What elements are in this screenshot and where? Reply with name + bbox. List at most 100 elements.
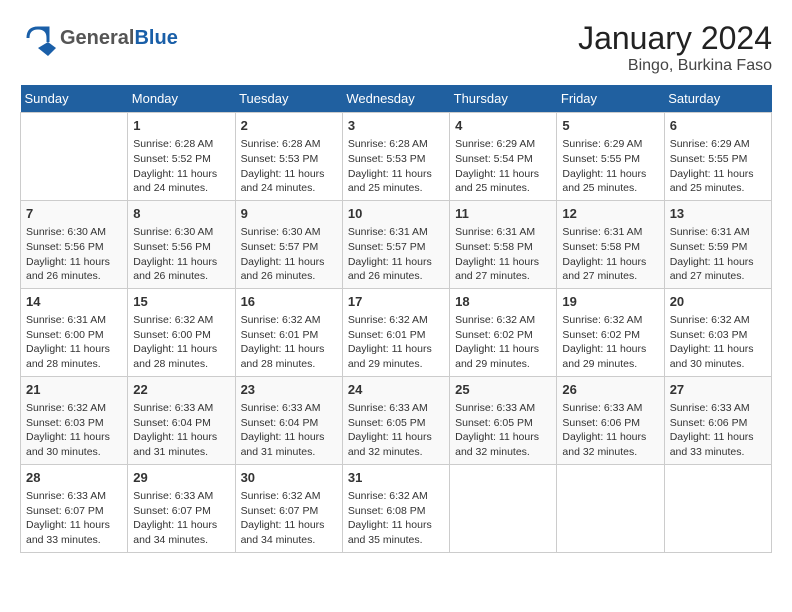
day-info: Sunrise: 6:30 AMSunset: 5:56 PMDaylight:… (133, 225, 229, 284)
day-info: Sunrise: 6:32 AMSunset: 6:02 PMDaylight:… (562, 313, 658, 372)
calendar-header-row: SundayMondayTuesdayWednesdayThursdayFrid… (21, 85, 772, 113)
calendar-cell: 12 Sunrise: 6:31 AMSunset: 5:58 PMDayligh… (557, 200, 664, 288)
day-info: Sunrise: 6:32 AMSunset: 6:03 PMDaylight:… (26, 401, 122, 460)
calendar-cell: 28 Sunrise: 6:33 AMSunset: 6:07 PMDayligh… (21, 464, 128, 552)
day-info: Sunrise: 6:33 AMSunset: 6:05 PMDaylight:… (348, 401, 444, 460)
calendar-cell: 26 Sunrise: 6:33 AMSunset: 6:06 PMDayligh… (557, 376, 664, 464)
title-block: January 2024 Bingo, Burkina Faso (578, 20, 772, 75)
day-info: Sunrise: 6:28 AMSunset: 5:53 PMDaylight:… (241, 137, 337, 196)
day-info: Sunrise: 6:33 AMSunset: 6:06 PMDaylight:… (562, 401, 658, 460)
day-number: 12 (562, 205, 658, 223)
day-info: Sunrise: 6:33 AMSunset: 6:07 PMDaylight:… (26, 489, 122, 548)
day-info: Sunrise: 6:28 AMSunset: 5:53 PMDaylight:… (348, 137, 444, 196)
page-title: January 2024 (578, 20, 772, 57)
day-number: 6 (670, 117, 766, 135)
day-info: Sunrise: 6:31 AMSunset: 6:00 PMDaylight:… (26, 313, 122, 372)
day-info: Sunrise: 6:32 AMSunset: 6:07 PMDaylight:… (241, 489, 337, 548)
calendar-cell: 29Sunrise: 6:33 AMSunset: 6:07 PMDayligh… (128, 464, 235, 552)
day-number: 23 (241, 381, 337, 399)
day-number: 5 (562, 117, 658, 135)
calendar-cell (664, 464, 771, 552)
day-number: 17 (348, 293, 444, 311)
calendar-cell: 13Sunrise: 6:31 AMSunset: 5:59 PMDayligh… (664, 200, 771, 288)
calendar-cell: 16 Sunrise: 6:32 AMSunset: 6:01 PMDayligh… (235, 288, 342, 376)
day-info: Sunrise: 6:32 AMSunset: 6:03 PMDaylight:… (670, 313, 766, 372)
day-info: Sunrise: 6:31 AMSunset: 5:57 PMDaylight:… (348, 225, 444, 284)
day-number: 27 (670, 381, 766, 399)
calendar-cell: 5 Sunrise: 6:29 AMSunset: 5:55 PMDaylight… (557, 113, 664, 201)
calendar-cell: 20Sunrise: 6:32 AMSunset: 6:03 PMDayligh… (664, 288, 771, 376)
day-number: 29 (133, 469, 229, 487)
calendar-cell: 22Sunrise: 6:33 AMSunset: 6:04 PMDayligh… (128, 376, 235, 464)
day-number: 25 (455, 381, 551, 399)
calendar-week-4: 21 Sunrise: 6:32 AMSunset: 6:03 PMDayligh… (21, 376, 772, 464)
calendar-week-5: 28 Sunrise: 6:33 AMSunset: 6:07 PMDayligh… (21, 464, 772, 552)
calendar-table: SundayMondayTuesdayWednesdayThursdayFrid… (20, 85, 772, 553)
day-header-monday: Monday (128, 85, 235, 113)
calendar-cell: 4 Sunrise: 6:29 AMSunset: 5:54 PMDaylight… (450, 113, 557, 201)
calendar-week-1: 1 Sunrise: 6:28 AMSunset: 5:52 PMDaylight… (21, 113, 772, 201)
calendar-cell: 18 Sunrise: 6:32 AMSunset: 6:02 PMDayligh… (450, 288, 557, 376)
day-number: 24 (348, 381, 444, 399)
day-info: Sunrise: 6:32 AMSunset: 6:00 PMDaylight:… (133, 313, 229, 372)
day-header-friday: Friday (557, 85, 664, 113)
day-info: Sunrise: 6:33 AMSunset: 6:04 PMDaylight:… (133, 401, 229, 460)
day-info: Sunrise: 6:33 AMSunset: 6:04 PMDaylight:… (241, 401, 337, 460)
day-header-wednesday: Wednesday (342, 85, 449, 113)
calendar-cell: 25 Sunrise: 6:33 AMSunset: 6:05 PMDayligh… (450, 376, 557, 464)
day-number: 30 (241, 469, 337, 487)
day-number: 15 (133, 293, 229, 311)
day-info: Sunrise: 6:32 AMSunset: 6:01 PMDaylight:… (241, 313, 337, 372)
day-number: 16 (241, 293, 337, 311)
day-number: 4 (455, 117, 551, 135)
day-number: 13 (670, 205, 766, 223)
page-header: GeneralBlue January 2024 Bingo, Burkina … (20, 20, 772, 75)
day-number: 21 (26, 381, 122, 399)
day-info: Sunrise: 6:33 AMSunset: 6:06 PMDaylight:… (670, 401, 766, 460)
calendar-cell: 3 Sunrise: 6:28 AMSunset: 5:53 PMDaylight… (342, 113, 449, 201)
day-number: 28 (26, 469, 122, 487)
day-info: Sunrise: 6:28 AMSunset: 5:52 PMDaylight:… (133, 137, 229, 196)
day-info: Sunrise: 6:32 AMSunset: 6:08 PMDaylight:… (348, 489, 444, 548)
day-header-tuesday: Tuesday (235, 85, 342, 113)
day-number: 2 (241, 117, 337, 135)
day-number: 8 (133, 205, 229, 223)
calendar-cell: 31 Sunrise: 6:32 AMSunset: 6:08 PMDayligh… (342, 464, 449, 552)
calendar-cell: 9 Sunrise: 6:30 AMSunset: 5:57 PMDaylight… (235, 200, 342, 288)
day-info: Sunrise: 6:31 AMSunset: 5:58 PMDaylight:… (455, 225, 551, 284)
logo-icon (20, 20, 56, 56)
day-number: 3 (348, 117, 444, 135)
day-header-saturday: Saturday (664, 85, 771, 113)
day-info: Sunrise: 6:30 AMSunset: 5:57 PMDaylight:… (241, 225, 337, 284)
day-info: Sunrise: 6:33 AMSunset: 6:05 PMDaylight:… (455, 401, 551, 460)
day-number: 14 (26, 293, 122, 311)
day-number: 1 (133, 117, 229, 135)
calendar-week-2: 7Sunrise: 6:30 AMSunset: 5:56 PMDaylight… (21, 200, 772, 288)
day-info: Sunrise: 6:29 AMSunset: 5:54 PMDaylight:… (455, 137, 551, 196)
calendar-cell: 1 Sunrise: 6:28 AMSunset: 5:52 PMDaylight… (128, 113, 235, 201)
calendar-cell: 19Sunrise: 6:32 AMSunset: 6:02 PMDayligh… (557, 288, 664, 376)
day-info: Sunrise: 6:31 AMSunset: 5:58 PMDaylight:… (562, 225, 658, 284)
logo-text: GeneralBlue (60, 27, 178, 50)
calendar-cell: 21 Sunrise: 6:32 AMSunset: 6:03 PMDayligh… (21, 376, 128, 464)
day-number: 31 (348, 469, 444, 487)
calendar-cell: 17 Sunrise: 6:32 AMSunset: 6:01 PMDayligh… (342, 288, 449, 376)
calendar-week-3: 14 Sunrise: 6:31 AMSunset: 6:00 PMDayligh… (21, 288, 772, 376)
logo: GeneralBlue (20, 20, 178, 56)
day-number: 9 (241, 205, 337, 223)
day-info: Sunrise: 6:29 AMSunset: 5:55 PMDaylight:… (670, 137, 766, 196)
day-header-thursday: Thursday (450, 85, 557, 113)
day-number: 26 (562, 381, 658, 399)
calendar-cell: 14 Sunrise: 6:31 AMSunset: 6:00 PMDayligh… (21, 288, 128, 376)
calendar-cell (450, 464, 557, 552)
day-header-sunday: Sunday (21, 85, 128, 113)
day-info: Sunrise: 6:30 AMSunset: 5:56 PMDaylight:… (26, 225, 122, 284)
day-info: Sunrise: 6:32 AMSunset: 6:02 PMDaylight:… (455, 313, 551, 372)
calendar-cell (557, 464, 664, 552)
calendar-cell: 6 Sunrise: 6:29 AMSunset: 5:55 PMDaylight… (664, 113, 771, 201)
day-info: Sunrise: 6:29 AMSunset: 5:55 PMDaylight:… (562, 137, 658, 196)
calendar-cell: 8 Sunrise: 6:30 AMSunset: 5:56 PMDaylight… (128, 200, 235, 288)
day-number: 11 (455, 205, 551, 223)
day-number: 18 (455, 293, 551, 311)
day-info: Sunrise: 6:32 AMSunset: 6:01 PMDaylight:… (348, 313, 444, 372)
